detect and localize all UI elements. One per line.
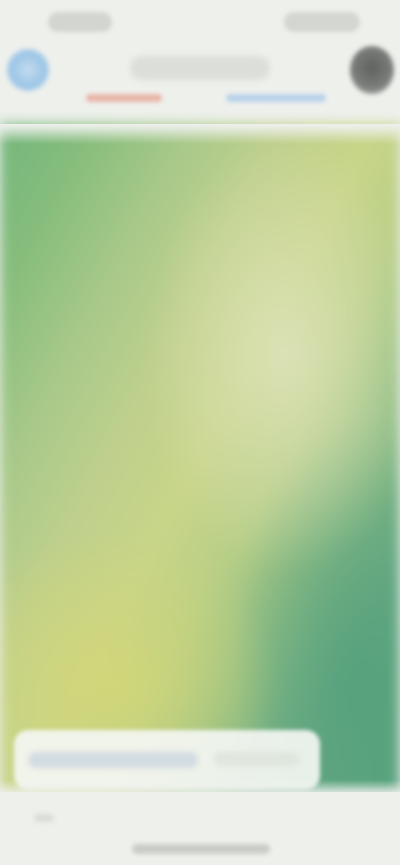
status-bar <box>0 0 400 44</box>
status-icons <box>284 12 360 32</box>
caption-text <box>28 752 198 768</box>
bottom-bar <box>0 792 400 865</box>
caption-accent <box>214 752 300 766</box>
app-screen <box>0 0 400 865</box>
top-navigation <box>0 44 400 124</box>
tab-right[interactable] <box>226 94 326 102</box>
avatar-icon[interactable] <box>7 49 49 91</box>
status-time <box>48 12 112 32</box>
tab-left[interactable] <box>86 94 162 102</box>
content-top-fade <box>0 124 400 144</box>
bottom-item[interactable] <box>34 814 54 822</box>
content-image <box>0 124 400 792</box>
home-indicator[interactable] <box>132 844 270 854</box>
profile-icon[interactable] <box>350 46 394 94</box>
page-title <box>130 56 270 80</box>
